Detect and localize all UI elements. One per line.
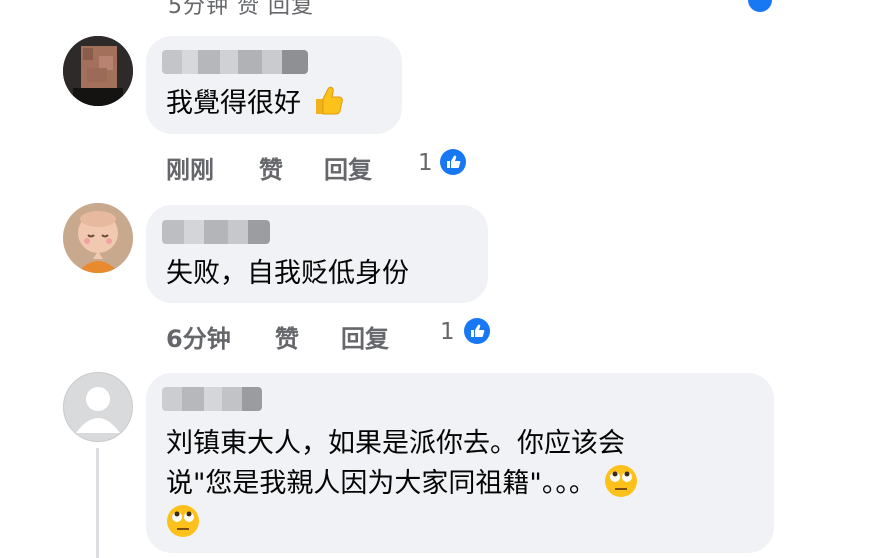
reply-button[interactable]: 回复 [341,319,389,354]
avatar[interactable] [63,372,133,442]
reaction-count[interactable]: 1 [440,319,455,345]
comment-text-body: 我覺得很好 [166,88,301,119]
thread-line [96,448,99,558]
comment-text-body: 说"您是我親人因为大家同祖籍"。。。 [166,468,596,499]
avatar-cartoon-monk [63,203,133,273]
reaction-count[interactable]: 1 [418,150,433,176]
like-button[interactable]: 赞 [275,319,299,354]
comment-text: 失败，自我贬低身份 [166,258,409,289]
like-reaction-icon[interactable] [440,149,466,175]
comment-text-line: 说"您是我親人因为大家同祖籍"。。。 [166,464,766,504]
like-badge-icon [748,0,772,12]
eye-roll-icon [605,465,638,497]
commenter-name-blurred[interactable] [162,50,308,74]
comment-time: 刚刚 [166,156,214,184]
thumbs-up-icon [315,86,343,115]
reply-button[interactable]: 回复 [324,150,372,185]
avatar-blurred-photo [63,36,133,106]
eye-roll-icon [167,505,199,537]
comment-text-line: 刘镇東大人，如果是派你去。你应该会 [166,428,625,459]
avatar[interactable] [63,203,133,273]
commenter-name-blurred[interactable] [162,220,270,244]
default-profile-icon [64,373,132,441]
thumbs-up-icon [447,155,461,168]
like-reaction-icon[interactable] [464,318,490,344]
like-button[interactable]: 赞 [259,150,283,185]
thumbs-up-icon [471,324,485,337]
avatar[interactable] [63,36,133,106]
comment-text: 我覺得很好 [166,84,344,124]
commenter-name-blurred[interactable] [162,387,262,411]
previous-comment-actions: 5分钟 赞 回复 [168,0,314,19]
comment-text-line [166,504,766,544]
comment-text: 刘镇東大人，如果是派你去。你应该会 说"您是我親人因为大家同祖籍"。。。 [166,424,766,544]
comment-time: 6分钟 [166,325,231,353]
